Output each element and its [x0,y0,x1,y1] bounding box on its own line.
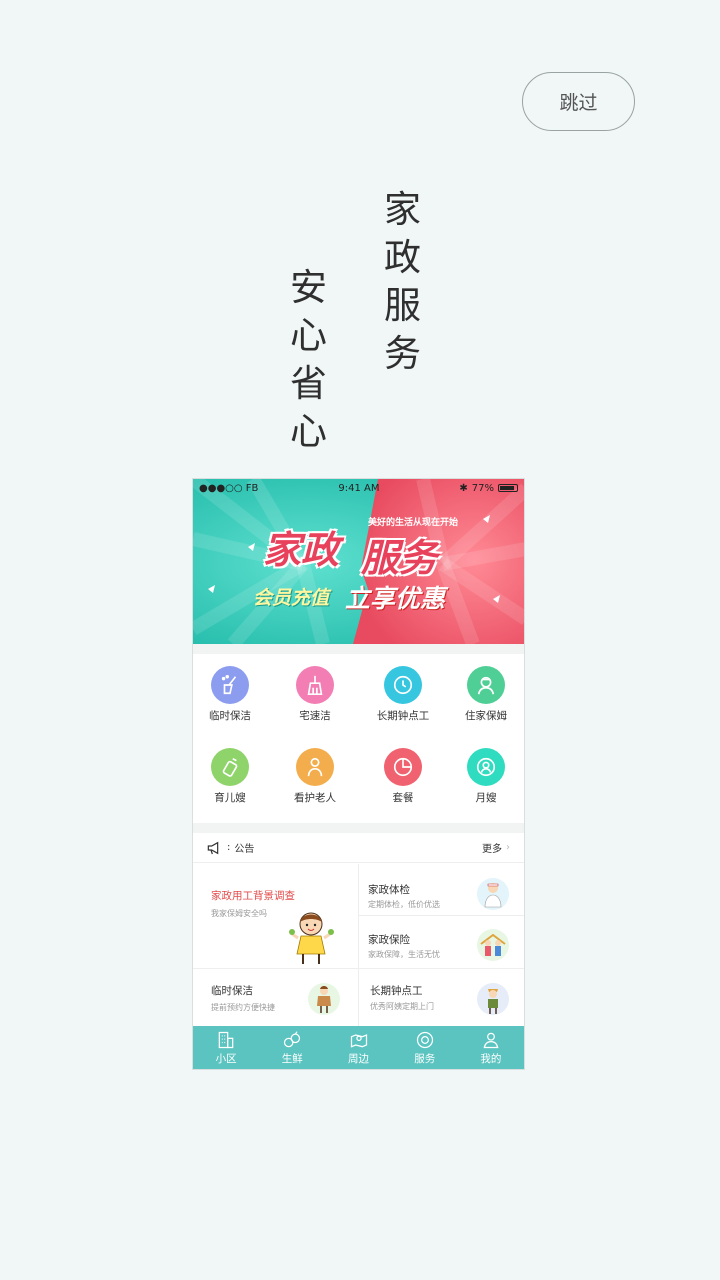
service-label: 临时保洁 [209,710,251,722]
elder-icon [296,748,334,786]
baby-icon [467,748,505,786]
tab-label: 周边 [348,1052,369,1065]
slogan-char: 服 [384,284,421,327]
card-title: 长期钟点工 [370,985,423,997]
tab-nearby[interactable]: 周边 [325,1026,391,1069]
tab-label: 生鲜 [281,1052,303,1065]
service-label: 住家保姆 [465,710,507,722]
girl-illustration-icon [289,912,334,964]
service-childcare[interactable]: 育儿嫂 [193,748,270,805]
service-label: 长期钟点工 [376,710,430,722]
card-subtitle: 优秀阿姨定期上门 [370,1002,434,1011]
slogan-char: 务 [384,332,421,375]
service-label: 育儿嫂 [214,792,246,804]
announcement-label: 公告 [234,844,255,855]
slogan-char: 政 [384,236,421,279]
slogan-char: 心 [290,410,327,453]
card-temp-cleaning[interactable]: 临时保洁 提前预约方便快捷 [193,969,359,1027]
doctor-illustration-icon [477,878,509,910]
more-link[interactable]: 更多 › [482,840,510,855]
tab-label: 小区 [215,1052,237,1065]
battery-icon [498,484,518,492]
more-label: 更多 [482,844,502,855]
card-title: 家政用工背景调查 [211,890,295,902]
nanny-icon [467,666,505,704]
card-title: 家政保险 [368,934,410,946]
brush-icon [296,666,334,704]
slogan-char: 安 [290,266,327,309]
feature-cards: 家政用工背景调查 我家保姆安全吗 家政体检 定期体检，低价优选 家政保险 家政保… [193,864,524,1027]
service-package[interactable]: 套餐 [363,748,443,805]
service-maternity[interactable]: 月嫂 [446,748,524,805]
divider [193,823,524,833]
card-long-term-hourly[interactable]: 长期钟点工 优秀阿姨定期上门 [359,969,524,1027]
card-background-check[interactable]: 家政用工背景调查 我家保姆安全吗 [193,864,359,969]
slogan-housekeeping: 家 政 服 务 [384,186,421,378]
service-icon [416,1031,433,1048]
card-title: 临时保洁 [211,985,253,997]
tab-fresh[interactable]: 生鲜 [259,1026,325,1069]
banner-background [193,479,524,644]
user-icon [483,1032,499,1048]
card-health-check[interactable]: 家政体检 定期体检，低价优选 [359,864,524,916]
slogan-peace-of-mind: 安 心 省 心 [290,264,327,456]
card-title: 家政体检 [368,884,410,896]
map-icon [350,1033,367,1048]
tab-label: 服务 [414,1052,436,1065]
slogan-char: 省 [290,362,327,405]
service-grid: 临时保洁 宅速洁 长期钟点工 住家保姆 育儿嫂 看护老人 套餐 月嫂 [193,654,524,824]
cleaner-illustration-icon [308,983,340,1015]
building-icon [218,1031,234,1048]
bluetooth-icon: ✱ [459,482,468,494]
card-subtitle: 家政保障，生活无忧 [368,950,440,959]
skip-button[interactable]: 跳过 [522,72,635,131]
card-insurance[interactable]: 家政保险 家政保障，生活无忧 [359,916,524,969]
slogan-char: 心 [290,314,327,357]
card-subtitle: 定期体检，低价优选 [368,900,440,909]
status-bar: ●●●○○ FB 9:41 AM ✱ 77% [193,479,524,497]
divider [193,644,524,654]
service-label: 宅速洁 [299,710,331,722]
slogan-char: 家 [384,188,421,231]
battery-percent: 77% [471,482,494,494]
fresh-icon [284,1030,301,1047]
chevron-right-icon: › [506,842,510,853]
family-illustration-icon [477,929,509,961]
card-subtitle: 提前预约方便快捷 [211,1003,275,1012]
tab-mine[interactable]: 我的 [458,1026,524,1069]
banner-title-right: 服务 [361,536,438,580]
phone-preview: 美好的生活从现在开始 家政 服务 会员充值 立享优惠 ●●●○○ FB 9:41… [192,478,525,1070]
broom-icon [211,666,249,704]
announcement-bar[interactable]: : 公告 更多 › [193,833,524,863]
service-live-in-nanny[interactable]: 住家保姆 [446,666,524,723]
service-label: 月嫂 [475,792,497,804]
service-long-term-hourly[interactable]: 长期钟点工 [363,666,443,723]
bottle-icon [211,748,249,786]
banner-promo-left: 会员充值 [253,587,330,609]
bottom-tab-bar: 小区 生鲜 周边 服务 我的 [193,1026,524,1069]
tab-services[interactable]: 服务 [392,1026,458,1069]
megaphone-icon [207,841,219,854]
clock-icon [384,666,422,704]
banner-title-left: 家政 [263,528,340,572]
service-label: 套餐 [392,792,414,804]
banner-promo-right: 立享优惠 [345,584,446,613]
promo-banner[interactable]: 美好的生活从现在开始 家政 服务 会员充值 立享优惠 [193,479,524,644]
service-temp-cleaning[interactable]: 临时保洁 [193,666,270,723]
status-time: 9:41 AM [338,482,380,494]
service-quick-clean[interactable]: 宅速洁 [275,666,355,723]
service-elder-care[interactable]: 看护老人 [275,748,355,805]
tab-community[interactable]: 小区 [193,1026,259,1069]
worker-illustration-icon [477,983,509,1015]
card-subtitle: 我家保姆安全吗 [211,909,267,918]
service-label: 看护老人 [294,792,336,804]
carrier-signal: ●●●○○ FB [199,482,259,494]
pie-icon [384,748,422,786]
tab-label: 我的 [480,1052,502,1065]
